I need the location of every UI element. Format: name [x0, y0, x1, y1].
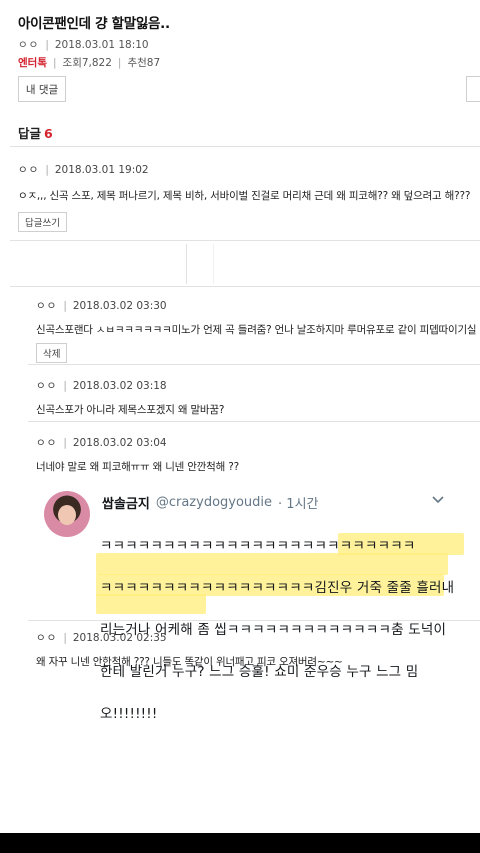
tweet-header: 쌉솔금지 @crazydogyoudie · 1시간 — [102, 493, 319, 512]
comment-item: ㅇㅇ | 2018.03.02 02:35 왜 자꾸 니넨 안한척해 ??? 니… — [36, 630, 480, 669]
write-reply-button[interactable]: 답글쓰기 — [18, 212, 67, 232]
post-author[interactable]: ㅇㅇ — [18, 37, 39, 52]
ad-placeholder — [186, 244, 214, 284]
comment-text: 너네야 말로 왜 피코해ㅠㅠ 왜 니넨 안깐척해 ?? — [36, 461, 239, 473]
divider — [28, 421, 480, 422]
comment-datetime: 2018.03.01 19:02 — [54, 163, 149, 176]
comment-meta: ㅇㅇ | 2018.03.02 02:35 — [36, 630, 480, 645]
tweet-line: ㅋㅋㅋㅋㅋㅋㅋㅋㅋㅋㅋㅋㅋㅋㅋㅋㅋㅋㅋㅋㅋㅋㅋㅋㅋ — [100, 538, 416, 554]
cut-off-button[interactable] — [466, 76, 480, 102]
divider — [10, 146, 480, 147]
divider: | — [63, 299, 67, 312]
divider: | — [45, 163, 49, 176]
comment-text: 왜 자꾸 니넨 안한척해 ??? 니들도 똑같이 위너패고 피코 오져버려~~~ — [36, 656, 343, 668]
tweet-line: ㅋㅋㅋㅋㅋㅋㅋㅋㅋㅋㅋㅋㅋㅋㅋㅋㅋ김진우 거죽 줄줄 흘러내 — [100, 580, 455, 596]
post-header: 아이콘팬인데 걍 할말잃음.. ㅇㅇ | 2018.03.01 18:10 엔터… — [18, 12, 478, 70]
delete-button[interactable]: 삭제 — [36, 343, 68, 363]
post-datetime: 2018.03.01 18:10 — [54, 38, 149, 51]
comment-text: 신곡스포랜다 ㅅㅂㅋㅋㅋㅋㅋㅋ미노가 언제 곡 들려줌? 언나 날조하지마 루머… — [36, 324, 477, 336]
comment-item: ㅇㅇ | 2018.03.02 03:18 신곡스포가 아니라 제목스포겠지 왜… — [36, 378, 480, 417]
post-title: 아이콘팬인데 걍 할말잃음.. — [18, 16, 170, 32]
avatar — [44, 491, 90, 537]
tweet-screenshot: 쌉솔금지 @crazydogyoudie · 1시간 ㅋㅋㅋㅋㅋㅋㅋㅋㅋㅋㅋㅋㅋ… — [36, 481, 466, 722]
chevron-down-icon — [432, 493, 444, 507]
post-category[interactable]: 엔터톡 — [18, 55, 47, 70]
comment-text: ㅇㅈ,,, 신곡 스포, 제목 퍼나르기, 제목 비하, 서바이벌 진걸로 머리… — [18, 190, 471, 202]
post-recommend: 추천87 — [127, 57, 161, 69]
comment-meta: ㅇㅇ | 2018.03.01 19:02 — [18, 162, 480, 177]
comment-text: 신곡스포가 아니라 제목스포겠지 왜 말바꿈? — [36, 404, 225, 416]
comment-author[interactable]: ㅇㅇ — [18, 162, 39, 177]
divider: | — [63, 379, 67, 392]
my-comments-button[interactable]: 내 댓글 — [18, 76, 66, 102]
post-meta: ㅇㅇ | 2018.03.01 18:10 — [18, 37, 478, 52]
replies-count: 6 — [44, 126, 53, 141]
comment-meta: ㅇㅇ | 2018.03.02 03:18 — [36, 378, 480, 393]
comment-datetime: 2018.03.02 02:35 — [72, 631, 167, 644]
comment-datetime: 2018.03.02 03:04 — [72, 436, 167, 449]
comment-author[interactable]: ㅇㅇ — [36, 630, 57, 645]
bottom-bar — [0, 833, 480, 853]
post-views: 조회7,822 — [62, 57, 112, 69]
tweet-handle: @crazydogyoudie — [155, 495, 273, 510]
post-stats: 엔터톡 | 조회7,822 | 추천87 — [18, 55, 478, 70]
tweet-time: · 1시간 — [278, 497, 319, 512]
comment-item: ㅇㅇ | 2018.03.01 19:02 ㅇㅈ,,, 신곡 스포, 제목 퍼나… — [18, 162, 480, 232]
comment-author[interactable]: ㅇㅇ — [36, 298, 57, 313]
comment-meta: ㅇㅇ | 2018.03.02 03:04 — [36, 435, 480, 450]
comment-item: ㅇㅇ | 2018.03.02 03:04 너네야 말로 왜 피코해ㅠㅠ 왜 니… — [36, 435, 480, 474]
comment-meta: ㅇㅇ | 2018.03.02 03:30 — [36, 298, 480, 313]
comment-datetime: 2018.03.02 03:30 — [72, 299, 167, 312]
comment-author[interactable]: ㅇㅇ — [36, 378, 57, 393]
divider: | — [45, 38, 49, 51]
comment-datetime: 2018.03.02 03:18 — [72, 379, 167, 392]
tweet-line: 오!!!!!!!! — [100, 706, 158, 722]
replies-heading: 답글 6 — [18, 123, 53, 142]
comment-author[interactable]: ㅇㅇ — [36, 435, 57, 450]
replies-label: 답글 — [18, 126, 42, 141]
comment-item: ㅇㅇ | 2018.03.02 03:30 신곡스포랜다 ㅅㅂㅋㅋㅋㅋㅋㅋ미노가… — [36, 298, 480, 363]
divider: | — [63, 436, 67, 449]
tweet-name: 쌉솔금지 — [102, 497, 150, 512]
divider: | — [52, 56, 57, 69]
divider — [10, 286, 480, 287]
divider — [28, 364, 480, 365]
divider — [28, 620, 480, 621]
divider: | — [117, 56, 122, 69]
divider — [10, 240, 480, 241]
divider: | — [63, 631, 67, 644]
